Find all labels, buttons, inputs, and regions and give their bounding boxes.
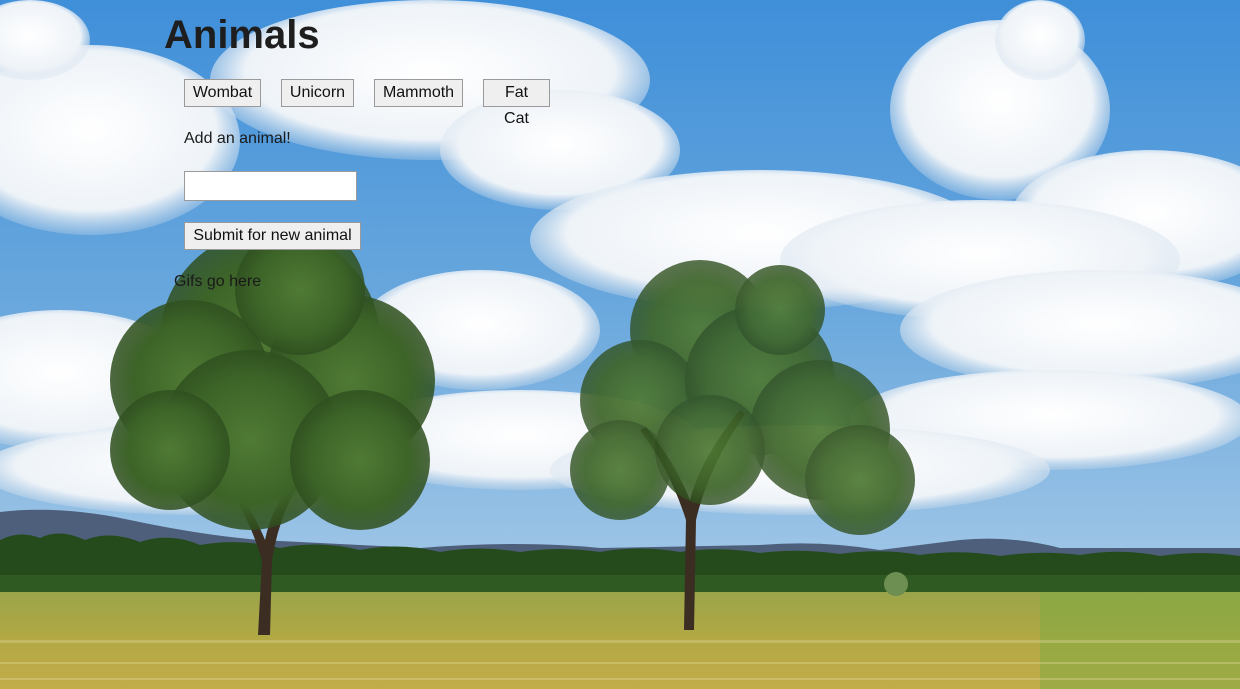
animal-button-mammoth[interactable]: Mammoth <box>374 79 463 107</box>
animal-button-unicorn[interactable]: Unicorn <box>281 79 354 107</box>
animal-input[interactable] <box>184 171 357 201</box>
page-title: Animals <box>164 13 320 57</box>
add-animal-label: Add an animal! <box>184 130 291 147</box>
animal-button-fat-cat[interactable]: Fat Cat <box>483 79 550 127</box>
page-content: Animals Wombat Unicorn Mammoth Fat Cat A… <box>0 0 1240 689</box>
gifs-placeholder-text: Gifs go here <box>174 273 262 290</box>
submit-animal-button[interactable]: Submit for new animal <box>184 222 361 250</box>
gifs-container: Gifs go here <box>174 272 261 292</box>
animal-button-wombat[interactable]: Wombat <box>184 79 261 107</box>
